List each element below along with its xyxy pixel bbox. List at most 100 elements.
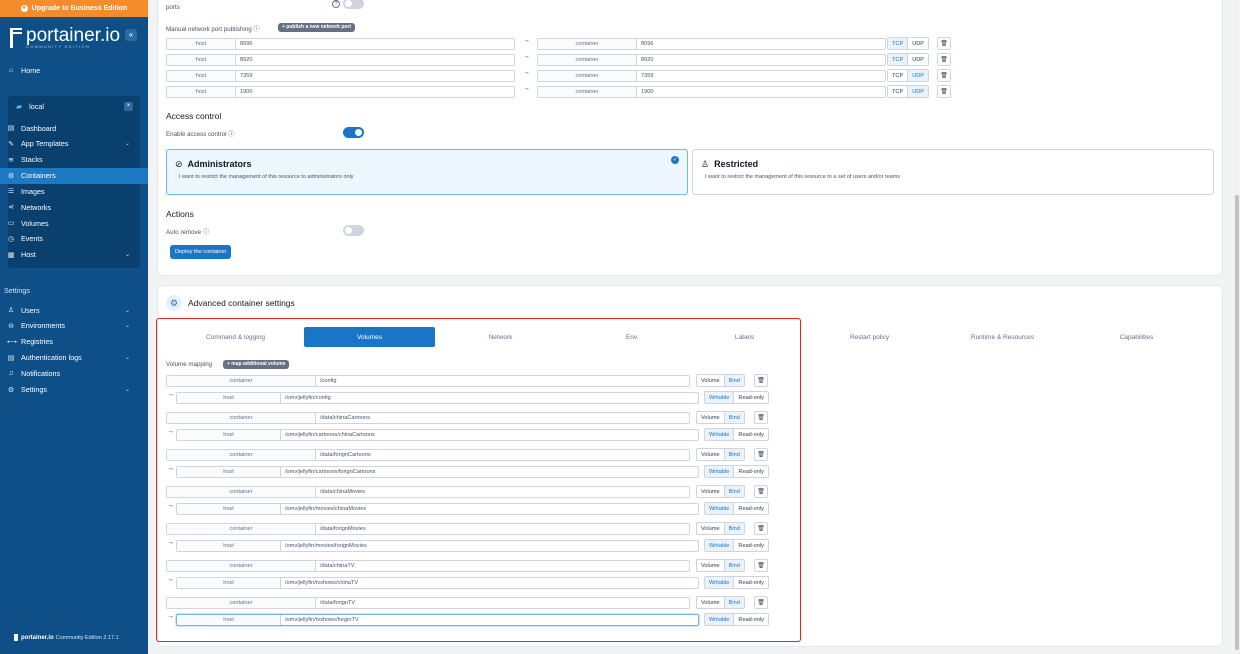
container-port-value: 8096	[641, 41, 654, 47]
bell-icon: ♫	[8, 370, 14, 378]
tab-capabilities[interactable]: Capabilities	[1071, 327, 1202, 347]
tcp-option[interactable]: TCP	[888, 70, 909, 81]
help-icon: ⓘ	[228, 131, 235, 138]
deploy-container-button[interactable]: Deploy the container	[170, 245, 232, 259]
host-port-field[interactable]: host 1900	[166, 86, 515, 98]
registries-icon: ⟷	[7, 338, 18, 346]
users-icon: ♙	[7, 307, 15, 314]
trash-icon: 🗑	[940, 41, 948, 47]
environments-icon: ⊖	[8, 322, 14, 330]
upgrade-banner[interactable]: ● Upgrade to Business Edition	[0, 0, 148, 17]
sidebar-item-settings[interactable]: ⚙ Settings ⌄	[0, 382, 148, 398]
access-control-toggle[interactable]	[343, 127, 364, 138]
sidebar-item-label: Notifications	[21, 369, 61, 379]
chevron-down-icon: ⌄	[124, 323, 130, 330]
sidebar-item-host[interactable]: ▦ Host ⌄	[0, 247, 148, 263]
sidebar-item-label: Stacks	[21, 155, 43, 165]
host-port-field[interactable]: host 7359	[166, 70, 515, 82]
home-icon: ⌂	[8, 66, 14, 74]
remove-port-button[interactable]: 🗑	[937, 69, 951, 82]
udp-option[interactable]: UDP	[908, 54, 928, 65]
images-icon: ☰	[7, 188, 15, 196]
container-port-value: 1900	[641, 89, 654, 95]
upgrade-icon: ●	[20, 5, 28, 12]
sidebar-item-app-templates[interactable]: ✎ App Templates ⌄	[0, 136, 148, 152]
collapse-sidebar-button[interactable]: «	[125, 29, 137, 41]
protocol-selector: TCP UDP	[887, 53, 929, 66]
remove-port-button[interactable]: 🗑	[937, 53, 951, 66]
udp-option[interactable]: UDP	[908, 38, 928, 49]
udp-option[interactable]: UDP	[908, 70, 928, 81]
sidebar-item-containers[interactable]: ⚙ Containers	[0, 167, 148, 184]
tcp-option[interactable]: TCP	[888, 38, 909, 49]
host-port-field[interactable]: host 8096	[166, 38, 515, 50]
sidebar-item-registries[interactable]: ⟷ Registries	[0, 334, 148, 350]
container-port-value: 7359	[641, 73, 654, 79]
remove-port-button[interactable]: 🗑	[937, 85, 951, 98]
stack-icon: ≋	[8, 156, 14, 164]
publish-port-button[interactable]: + publish a new network port	[278, 23, 356, 32]
restricted-title: ♙ Restricted	[701, 159, 759, 169]
container-icon: ⚙	[7, 172, 15, 180]
restricted-option[interactable]: ♙ Restricted I want to restrict the manag…	[692, 149, 1214, 195]
restricted-desc: I want to restrict the management of thi…	[705, 174, 901, 180]
tcp-option[interactable]: TCP	[888, 54, 909, 65]
host-port-key: host	[167, 87, 236, 97]
sidebar-item-home[interactable]: ⌂ Home	[0, 62, 148, 78]
logo-text: portainer.io	[26, 25, 121, 46]
host-port-key: host	[167, 71, 236, 81]
chevron-down-icon: ⌄	[124, 252, 130, 259]
protocol-selector: TCP UDP	[887, 69, 929, 82]
portainer-logo[interactable]: portainer.io COMMUNITY EDITION	[10, 25, 121, 49]
administrators-option[interactable]: ⊘ Administrators I want to restrict the m…	[166, 149, 688, 195]
enable-access-label: Enable access control ⓘ	[166, 131, 235, 138]
scrollbar-thumb[interactable]	[1235, 195, 1239, 650]
protocol-selector: TCP UDP	[887, 85, 929, 98]
tab-runtime-resources[interactable]: Runtime & Resources	[937, 327, 1068, 347]
host-port-value: 8920	[240, 57, 253, 63]
remove-port-button[interactable]: 🗑	[937, 37, 951, 50]
volume-icon: ▭	[7, 220, 15, 228]
sidebar-item-authentication-logs[interactable]: ▤ Authentication logs ⌄	[0, 350, 148, 366]
sidebar-item-networks[interactable]: ⋖ Networks	[0, 199, 148, 215]
sidebar-item-label: Users	[21, 305, 40, 315]
sidebar-item-environments[interactable]: ⊖ Environments ⌄	[0, 318, 148, 334]
sidebar-item-volumes[interactable]: ▭ Volumes	[0, 215, 148, 231]
tcp-option[interactable]: TCP	[888, 86, 909, 97]
trash-icon: 🗑	[940, 89, 948, 95]
publish-all-ports-toggle[interactable]	[343, 0, 364, 9]
sidebar-item-label: Settings	[21, 385, 47, 394]
upgrade-label: Upgrade to Business Edition	[31, 5, 128, 12]
protocol-selector: TCP UDP	[887, 37, 929, 50]
sidebar-item-users[interactable]: ♙ Users ⌄	[0, 302, 148, 318]
gear-icon: ⚙	[166, 295, 182, 311]
help-icon: ⓘ	[202, 229, 210, 236]
administrators-desc: I want to restrict the management of thi…	[179, 174, 354, 180]
container-port-value: 8920	[641, 57, 654, 63]
udp-option[interactable]: UDP	[908, 86, 928, 97]
sidebar-item-notifications[interactable]: ♫ Notifications	[0, 366, 148, 382]
container-port-field[interactable]: container 7359	[537, 70, 886, 82]
environment-local[interactable]: ▰ local	[8, 98, 140, 114]
sidebar-item-dashboard[interactable]: ▤ Dashboard	[0, 120, 148, 136]
sidebar-item-events[interactable]: ◷ Events	[0, 231, 148, 247]
container-port-field[interactable]: container 8096	[537, 38, 886, 50]
sidebar-item-label: Networks	[21, 202, 51, 212]
container-port-field[interactable]: container 1900	[537, 86, 886, 98]
container-port-field[interactable]: container 8920	[537, 54, 886, 66]
host-port-key: host	[167, 39, 236, 49]
docker-icon: ▰	[16, 101, 23, 111]
auto-remove-toggle[interactable]	[343, 225, 364, 236]
host-port-value: 8096	[240, 41, 253, 47]
host-port-field[interactable]: host 8920	[166, 54, 515, 66]
sidebar-item-images[interactable]: ☰ Images	[0, 183, 148, 199]
host-port-value: 7359	[240, 73, 253, 79]
tab-restart-policy[interactable]: Restart policy	[804, 327, 935, 347]
close-environment-icon[interactable]: ×	[124, 102, 133, 111]
container-port-key: container	[538, 71, 637, 81]
sidebar-item-stacks[interactable]: ≋ Stacks	[0, 152, 148, 168]
chevron-down-icon: ⌄	[124, 307, 130, 314]
sidebar-item-label: Events	[21, 234, 43, 244]
sidebar-item-label: Containers	[21, 171, 56, 181]
logs-icon: ▤	[7, 354, 15, 362]
